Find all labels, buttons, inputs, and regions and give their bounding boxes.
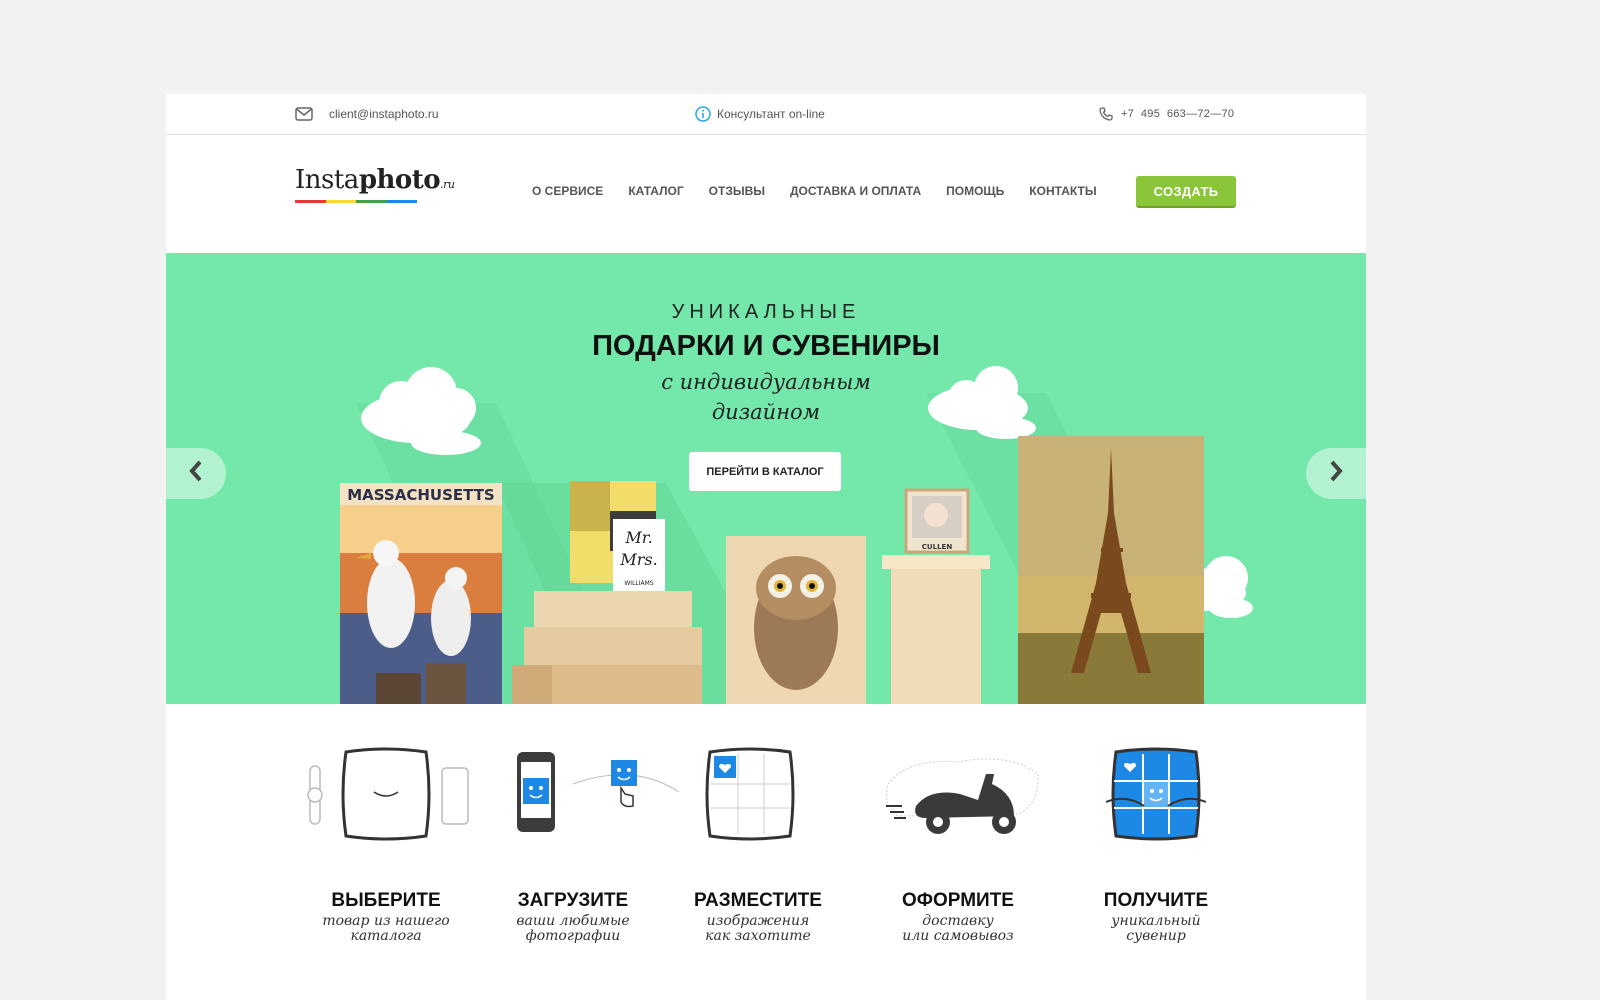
step-upload: ЗАГРУЗИТЕ ваши любимые фотографии xyxy=(483,744,680,944)
poster-massachusetts: MASSACHUSETTS xyxy=(340,483,502,704)
step-upload-line2: фотографии xyxy=(525,928,621,944)
step-order-title: ОФОРМИТЕ xyxy=(902,890,1014,911)
phone-text[interactable]: +7 495 663—72—70 xyxy=(1121,108,1234,120)
hero-text: УНИКАЛЬНЫЕ ПОДАРКИ И СУВЕНИРЫ с индивиду… xyxy=(166,301,1366,427)
logo[interactable]: Instaphoto.ru xyxy=(295,165,455,195)
phone-upload-icon xyxy=(483,744,680,864)
step-upload-title: ЗАГРУЗИТЕ xyxy=(517,890,629,911)
step-arrange-line2: как захотите xyxy=(705,928,811,944)
step-order: ОФОРМИТЕ доставку или самовывоз xyxy=(868,744,1048,944)
step-order-line2: или самовывоз xyxy=(902,928,1014,944)
info-icon xyxy=(695,106,711,122)
logo-color-green xyxy=(356,200,387,203)
chevron-right-icon xyxy=(1328,460,1344,487)
nav-item-contacts[interactable]: КОНТАКТЫ xyxy=(1029,184,1096,198)
slider-next-button[interactable] xyxy=(1306,448,1366,499)
nav-item-help[interactable]: ПОМОЩЬ xyxy=(946,184,1004,198)
step-receive-line2: сувенир xyxy=(1126,928,1186,944)
slider-prev-button[interactable] xyxy=(166,448,226,499)
logo-color-yellow xyxy=(325,200,356,203)
nav-item-reviews[interactable]: ОТЗЫВЫ xyxy=(709,184,765,198)
logo-part1: Insta xyxy=(295,165,359,195)
sign-name: WILLIAMS xyxy=(624,580,653,587)
photo-frame-pedestal: CULLEN xyxy=(882,488,990,704)
step-receive-title: ПОЛУЧИТЕ xyxy=(1103,890,1209,911)
hero-kicker: УНИКАЛЬНЫЕ xyxy=(671,301,861,323)
how-it-works: ВЫБЕРИТЕ товар из нашего каталога ЗАГРУЗ… xyxy=(166,744,1366,1000)
email-text[interactable]: client@instaphoto.ru xyxy=(329,107,439,121)
pillow-products-icon xyxy=(296,744,476,864)
sign-line1: Mr. xyxy=(624,528,652,547)
step-choose: ВЫБЕРИТЕ товар из нашего каталога xyxy=(296,744,476,944)
email-contact[interactable]: client@instaphoto.ru xyxy=(295,94,439,134)
step-choose-line2: каталога xyxy=(350,928,422,944)
phone-icon xyxy=(1099,107,1113,121)
logo-part2: photo xyxy=(358,165,441,195)
nav-item-catalog[interactable]: КАТАЛОГ xyxy=(628,184,683,198)
logo-color-bar xyxy=(295,200,417,203)
header: Instaphoto.ru О СЕРВИСЕ КАТАЛОГ ОТЗЫВЫ Д… xyxy=(166,135,1366,253)
mail-icon xyxy=(295,107,313,121)
phone-contact[interactable]: +7 495 663—72—70 xyxy=(1099,94,1234,134)
poster-text: MASSACHUSETTS xyxy=(347,486,494,504)
create-button[interactable]: СОЗДАТЬ xyxy=(1136,176,1236,208)
main-nav: О СЕРВИСЕ КАТАЛОГ ОТЗЫВЫ ДОСТАВКА И ОПЛА… xyxy=(532,184,1097,198)
nav-item-delivery[interactable]: ДОСТАВКА И ОПЛАТА xyxy=(790,184,921,198)
logo-suffix: .ru xyxy=(440,178,455,191)
step-choose-line1: товар из нашего xyxy=(322,913,450,929)
consultant-text[interactable]: Консультант on-line xyxy=(717,107,825,121)
logo-color-blue xyxy=(386,200,417,203)
consultant-online[interactable]: Консультант on-line xyxy=(695,94,825,134)
eiffel-board xyxy=(1018,436,1204,704)
go-to-catalog-button[interactable]: ПЕРЕЙТИ В КАТАЛОГ xyxy=(689,452,841,491)
hero-title: ПОДАРКИ И СУВЕНИРЫ xyxy=(592,330,940,362)
step-arrange-title: РАЗМЕСТИТЕ xyxy=(694,890,822,911)
top-bar: client@instaphoto.ru Консультант on-line… xyxy=(166,94,1366,135)
hero-subtitle-line2: дизайном xyxy=(711,400,821,424)
step-receive-line1: уникальный xyxy=(1111,913,1201,929)
chevron-left-icon xyxy=(188,460,204,487)
hero-slider: MASSACHUSETTS Mr. Mrs. WILLIAMS CULLEN У… xyxy=(166,253,1366,704)
owl-board xyxy=(726,536,866,704)
step-upload-line1: ваши любимые xyxy=(516,913,630,929)
step-order-line1: доставку xyxy=(922,913,994,929)
step-arrange: РАЗМЕСТИТЕ изображения как захотите xyxy=(668,744,848,944)
frame-label: CULLEN xyxy=(922,543,953,551)
hero-subtitle-line1: с индивидуальным xyxy=(661,370,871,394)
page: client@instaphoto.ru Консультант on-line… xyxy=(166,94,1366,1000)
nav-item-about[interactable]: О СЕРВИСЕ xyxy=(532,184,603,198)
sign-line2: Mrs. xyxy=(619,550,657,569)
scooter-delivery-icon xyxy=(868,744,1048,864)
hugged-pillow-icon xyxy=(1066,744,1246,864)
step-arrange-line1: изображения xyxy=(706,913,810,929)
pillow-grid-icon xyxy=(668,744,848,864)
step-choose-title: ВЫБЕРИТЕ xyxy=(331,890,441,911)
logo-color-red xyxy=(295,200,326,203)
step-receive: ПОЛУЧИТЕ уникальный сувенир xyxy=(1066,744,1246,944)
